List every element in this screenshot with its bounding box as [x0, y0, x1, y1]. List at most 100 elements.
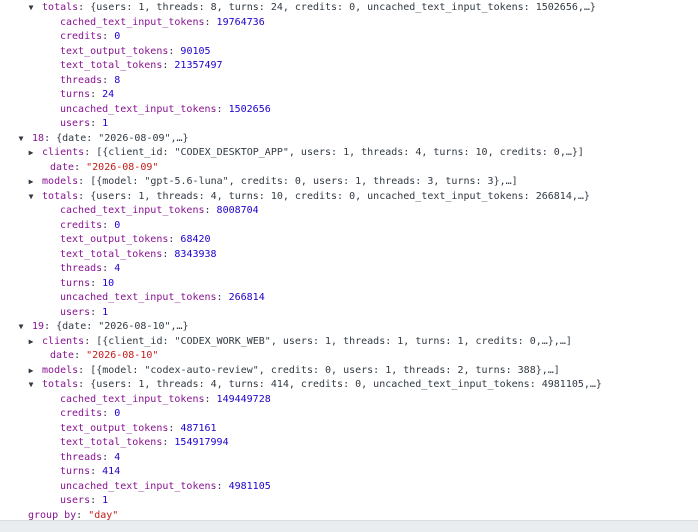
tree-value: 154917994 [174, 437, 229, 448]
tree-key: text_total_tokens [60, 248, 163, 260]
tree-node-toggle[interactable]: ▶ models: [{model: "gpt-5.6-luna", credi… [26, 175, 518, 190]
tree-value: 4 [114, 263, 121, 274]
tree-leaf: credits: 0 [60, 219, 121, 231]
tree-leaf: text_output_tokens: 90105 [60, 45, 211, 57]
tree-leaf: date: "2026-08-10" [50, 350, 159, 361]
tree-key: cached_text_input_tokens [60, 205, 205, 216]
tree-key: text_total_tokens [60, 60, 163, 71]
tree-value: "day" [88, 509, 119, 521]
tree-value: 8343938 [174, 248, 217, 260]
tree-key: credits [60, 219, 103, 231]
collapsed-triangle-icon[interactable]: ▶ [26, 175, 36, 190]
tree-value: 19764736 [216, 16, 265, 28]
tree-key: threads [60, 263, 103, 274]
tree-leaf: turns: 10 [60, 277, 115, 289]
tree-value: 1502656 [228, 103, 271, 115]
tree-node-toggle[interactable]: ▼ 18: {date: "2026-08-09",…} [16, 132, 189, 147]
tree-key: uncached_text_input_tokens [60, 292, 217, 303]
tree-key: turns [60, 89, 91, 100]
tree-leaf: text_total_tokens: 8343938 [60, 248, 217, 260]
tree-leaf: credits: 0 [60, 31, 121, 42]
tree-key: date [50, 161, 75, 173]
tree-preview: {users: 1, threads: 8, turns: 24, credit… [90, 2, 596, 13]
tree-preview: {users: 1, threads: 4, turns: 414, credi… [90, 379, 602, 390]
tree-key: totals [42, 190, 79, 202]
expanded-triangle-icon[interactable]: ▼ [26, 1, 36, 16]
tree-key: date [50, 350, 75, 361]
tree-value: 8 [114, 74, 121, 86]
tree-leaf: turns: 24 [60, 89, 115, 100]
tree-key: cached_text_input_tokens [60, 393, 205, 405]
tree-leaf: date: "2026-08-09" [50, 161, 159, 173]
collapsed-triangle-icon[interactable]: ▶ [26, 335, 36, 350]
horizontal-scrollbar[interactable] [0, 520, 698, 532]
tree-preview: {date: "2026-08-09",…} [56, 132, 189, 144]
tree-value: 90105 [180, 45, 211, 57]
tree-node-toggle[interactable]: ▼ totals: {users: 1, threads: 4, turns: … [26, 190, 590, 205]
tree-leaf: uncached_text_input_tokens: 266814 [60, 292, 265, 303]
tree-node-toggle[interactable]: ▼ 19: {date: "2026-08-10",…} [16, 320, 189, 335]
tree-value: 10 [102, 277, 115, 289]
tree-preview: {date: "2026-08-10",…} [56, 321, 189, 332]
tree-key: text_output_tokens [60, 45, 169, 57]
tree-value: 1 [102, 495, 109, 506]
tree-value: 4981105 [228, 480, 271, 492]
tree-value: 4 [114, 451, 121, 463]
tree-leaf: turns: 414 [60, 466, 121, 477]
tree-key: clients [42, 335, 85, 347]
tree-preview: [{client_id: "CODEX_WORK_WEB", users: 1,… [96, 335, 572, 347]
tree-key: totals [42, 379, 79, 390]
tree-value: 487161 [180, 422, 217, 434]
tree-key: cached_text_input_tokens [60, 16, 205, 28]
tree-key: threads [60, 451, 103, 463]
tree-value: 149449728 [216, 393, 271, 405]
tree-preview: {users: 1, threads: 4, turns: 10, credit… [90, 190, 590, 202]
tree-leaf: threads: 8 [60, 74, 121, 86]
collapsed-triangle-icon[interactable]: ▶ [26, 146, 36, 161]
tree-value: 8008704 [216, 205, 259, 216]
tree-value: 1 [102, 118, 109, 129]
tree-key: text_output_tokens [60, 234, 169, 245]
tree-key: models [42, 364, 79, 376]
tree-value: 266814 [228, 292, 265, 303]
tree-preview: [{model: "codex-auto-review", credits: 0… [90, 364, 560, 376]
tree-key: text_output_tokens [60, 422, 169, 434]
tree-leaf: uncached_text_input_tokens: 4981105 [60, 480, 271, 492]
tree-key: turns [60, 466, 91, 477]
tree-node-toggle[interactable]: ▶ clients: [{client_id: "CODEX_WORK_WEB"… [26, 335, 572, 350]
tree-leaf: credits: 0 [60, 408, 121, 419]
tree-node-toggle[interactable]: ▼ totals: {users: 1, threads: 8, turns: … [26, 1, 596, 16]
tree-node-toggle[interactable]: ▶ clients: [{client_id: "CODEX_DESKTOP_A… [26, 146, 584, 161]
expanded-triangle-icon[interactable]: ▼ [16, 320, 26, 335]
collapsed-triangle-icon[interactable]: ▶ [26, 364, 36, 379]
tree-value: 414 [102, 466, 121, 477]
expanded-triangle-icon[interactable]: ▼ [16, 132, 26, 147]
json-tree-view: ▼ totals: {users: 1, threads: 8, turns: … [0, 0, 698, 521]
tree-leaf: users: 1 [60, 495, 109, 506]
tree-value: 68420 [180, 234, 211, 245]
tree-key: group_by [28, 509, 77, 521]
tree-leaf: users: 1 [60, 306, 109, 318]
tree-key: turns [60, 277, 91, 289]
tree-key: uncached_text_input_tokens [60, 480, 217, 492]
tree-value: "2026-08-10" [86, 350, 159, 361]
tree-key: totals [42, 2, 79, 13]
tree-value: 0 [114, 408, 121, 419]
tree-leaf: cached_text_input_tokens: 149449728 [60, 393, 271, 405]
expanded-triangle-icon[interactable]: ▼ [26, 190, 36, 205]
tree-key: credits [60, 408, 103, 419]
tree-leaf: text_output_tokens: 68420 [60, 234, 211, 245]
tree-leaf: cached_text_input_tokens: 8008704 [60, 205, 259, 216]
tree-key: users [60, 306, 91, 318]
tree-leaf: cached_text_input_tokens: 19764736 [60, 16, 265, 28]
tree-key: clients [42, 147, 85, 158]
tree-leaf: users: 1 [60, 118, 109, 129]
tree-preview: [{client_id: "CODEX_DESKTOP_APP", users:… [96, 147, 584, 158]
expanded-triangle-icon[interactable]: ▼ [26, 378, 36, 393]
tree-node-toggle[interactable]: ▼ totals: {users: 1, threads: 4, turns: … [26, 378, 602, 393]
tree-key: credits [60, 31, 103, 42]
tree-node-toggle[interactable]: ▶ models: [{model: "codex-auto-review", … [26, 364, 560, 379]
tree-key: text_total_tokens [60, 437, 163, 448]
tree-leaf: uncached_text_input_tokens: 1502656 [60, 103, 271, 115]
tree-leaf: text_total_tokens: 154917994 [60, 437, 229, 448]
